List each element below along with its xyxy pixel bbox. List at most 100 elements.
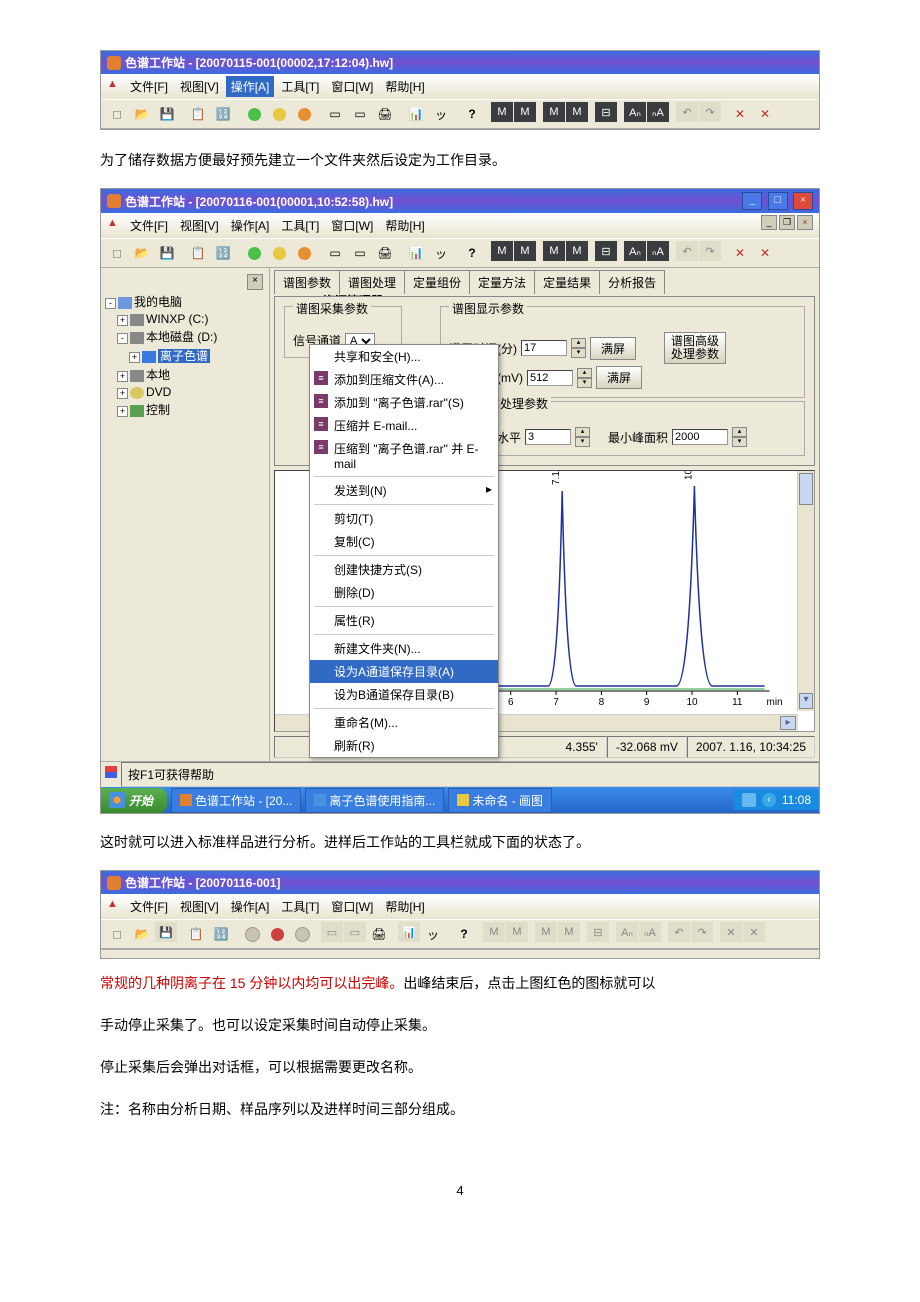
menu-file[interactable]: 文件[F]	[125, 76, 173, 97]
undo-icon[interactable]: ↶	[676, 241, 698, 261]
tab-3[interactable]: 定量方法	[469, 270, 535, 294]
tool-d7[interactable]: ₙA	[647, 241, 669, 261]
dot-green[interactable]	[242, 102, 266, 126]
menu-help[interactable]: 帮助[H]	[380, 76, 429, 97]
tree-c[interactable]: +WINXP (C:)	[105, 311, 265, 327]
menu-file[interactable]: 文件[F]	[125, 215, 173, 236]
context-item[interactable]: 刷新(R)	[310, 734, 498, 757]
open-icon[interactable]: 📂	[130, 922, 154, 946]
mdi-close[interactable]: ×	[797, 215, 813, 230]
undo-icon[interactable]: ↶	[676, 102, 698, 122]
context-item[interactable]: 新建文件夹(N)...	[310, 637, 498, 660]
tab-2[interactable]: 定量组份	[404, 270, 470, 294]
tool-w2[interactable]: ▭	[348, 241, 372, 265]
tree-dvd[interactable]: +DVD	[105, 384, 265, 400]
tool-d6[interactable]: Aₙ	[624, 241, 646, 261]
menu-view[interactable]: 视图[V]	[175, 76, 224, 97]
btn-full2[interactable]: 满屏	[596, 366, 642, 389]
menu-file[interactable]: 文件[F]	[125, 896, 173, 917]
context-item[interactable]: ≡压缩并 E-mail...	[310, 414, 498, 437]
dot-yellow[interactable]	[267, 241, 291, 265]
tool-p2[interactable]: ✕	[753, 102, 777, 126]
context-item[interactable]: ≡添加到压缩文件(A)...	[310, 368, 498, 391]
start-button[interactable]: 开始	[101, 788, 167, 813]
tool-d5[interactable]: ⊟	[595, 102, 617, 122]
tool-d1[interactable]: M	[491, 102, 513, 122]
tool-t1[interactable]: 📋	[184, 922, 208, 946]
maximize-button[interactable]: □	[768, 192, 788, 210]
menu-tool[interactable]: 工具[T]	[276, 76, 324, 97]
context-item[interactable]: 发送到(N)▸	[310, 479, 498, 502]
context-item[interactable]: 剪切(T)	[310, 507, 498, 530]
menu-win[interactable]: 窗口[W]	[326, 76, 378, 97]
titlebar-a[interactable]: 色谱工作站 - [20070115-001(00002,17:12:04).hw…	[101, 51, 819, 74]
input-peakw[interactable]	[525, 429, 571, 445]
dot-red[interactable]	[265, 922, 289, 946]
menu-view[interactable]: 视图[V]	[175, 896, 224, 917]
new-icon[interactable]: ◻	[105, 102, 129, 126]
tool-d4[interactable]: M	[566, 102, 588, 122]
tree-folder[interactable]: +离子色谱	[105, 346, 265, 365]
task-1[interactable]: 色谱工作站 - [20...	[171, 788, 301, 813]
tool-w1[interactable]: ▭	[323, 102, 347, 126]
scrollbar-v[interactable]: ▾	[797, 471, 814, 711]
tree-ctrl[interactable]: +控制	[105, 400, 265, 419]
spinner[interactable]: ▴▾	[575, 427, 590, 447]
tool-d2[interactable]: M	[514, 241, 536, 261]
tab-0[interactable]: 谱图参数	[274, 270, 340, 294]
tab-5[interactable]: 分析报告	[599, 270, 665, 294]
tab-4[interactable]: 定量结果	[534, 270, 600, 294]
tool-t2[interactable]: 🔢	[211, 102, 235, 126]
help-icon[interactable]: ?	[460, 102, 484, 126]
tool-c2[interactable]: ッ	[421, 922, 445, 946]
menu-tool[interactable]: 工具[T]	[276, 215, 324, 236]
tool-t1[interactable]: 📋	[186, 241, 210, 265]
dot-orange[interactable]	[292, 241, 316, 265]
new-icon[interactable]: ◻	[105, 922, 129, 946]
help-icon[interactable]: ?	[452, 922, 476, 946]
tray-icon[interactable]	[742, 793, 756, 807]
mdi-max[interactable]: ❐	[779, 215, 795, 230]
save-icon[interactable]: 💾	[155, 102, 179, 126]
dot-yellow[interactable]	[267, 102, 291, 126]
tool-d3[interactable]: M	[543, 241, 565, 261]
menu-op[interactable]: 操作[A]	[226, 215, 275, 236]
tool-c1[interactable]: 📊	[404, 241, 428, 265]
print-icon[interactable]: 🖨	[367, 922, 391, 946]
help-icon[interactable]: ?	[460, 241, 484, 265]
tool-t1[interactable]: 📋	[186, 102, 210, 126]
context-item[interactable]: 创建快捷方式(S)	[310, 558, 498, 581]
tool-p2[interactable]: ✕	[753, 241, 777, 265]
titlebar-b[interactable]: 色谱工作站 - [20070116-001(00001,10:52:58).hw…	[101, 189, 819, 213]
mdi-min[interactable]: _	[761, 215, 777, 230]
menu-help[interactable]: 帮助[H]	[380, 896, 429, 917]
tool-p1[interactable]: ✕	[728, 241, 752, 265]
context-item[interactable]: 设为A通道保存目录(A)	[310, 660, 498, 683]
close-button[interactable]: ×	[793, 192, 813, 210]
spinner[interactable]: ▴▾	[732, 427, 747, 447]
tree-local[interactable]: +本地	[105, 365, 265, 384]
context-item[interactable]: 重命名(M)...	[310, 711, 498, 734]
context-item[interactable]: 共享和安全(H)...	[310, 345, 498, 368]
menu-op[interactable]: 操作[A]	[226, 896, 275, 917]
tree-d[interactable]: -本地磁盘 (D:)	[105, 327, 265, 346]
save-icon[interactable]: 💾	[155, 241, 179, 265]
tree-close-icon[interactable]: ×	[247, 274, 263, 290]
titlebar-c[interactable]: 色谱工作站 - [20070116-001]	[101, 871, 819, 894]
dot-green[interactable]	[242, 241, 266, 265]
input-fulltime[interactable]	[521, 340, 567, 356]
task-3[interactable]: 未命名 - 画图	[448, 788, 552, 813]
redo-icon[interactable]: ↷	[699, 102, 721, 122]
tool-t2[interactable]: 🔢	[209, 922, 233, 946]
menu-tool[interactable]: 工具[T]	[276, 896, 324, 917]
tool-c2[interactable]: ッ	[429, 241, 453, 265]
menu-win[interactable]: 窗口[W]	[326, 896, 378, 917]
redo-icon[interactable]: ↷	[699, 241, 721, 261]
tool-d6[interactable]: Aₙ	[624, 102, 646, 122]
open-icon[interactable]: 📂	[130, 102, 154, 126]
tool-t2[interactable]: 🔢	[211, 241, 235, 265]
tool-d3[interactable]: M	[543, 102, 565, 122]
open-icon[interactable]: 📂	[130, 241, 154, 265]
menu-view[interactable]: 视图[V]	[175, 215, 224, 236]
spinner[interactable]: ▴▾	[577, 368, 592, 388]
